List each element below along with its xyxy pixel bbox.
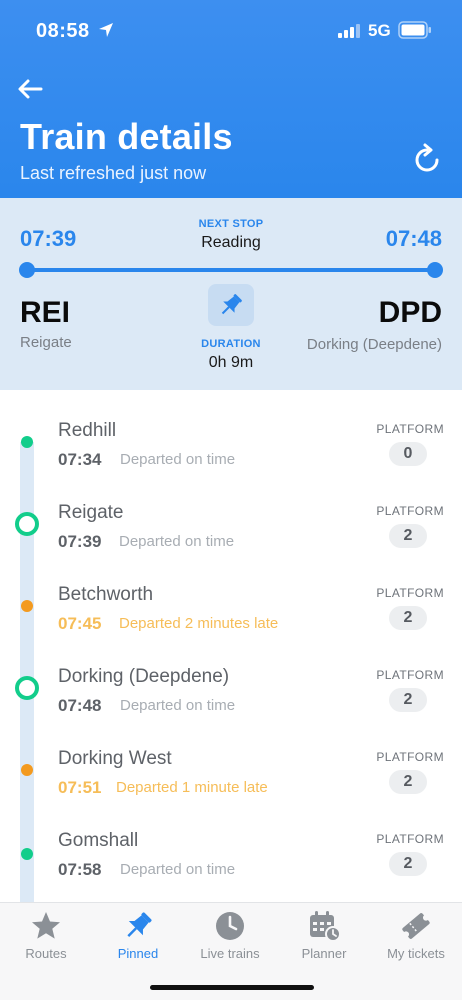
stop-row[interactable]: Reigate 07:39 Departed on time PLATFORM …	[0, 500, 462, 582]
origin-code: REI	[20, 296, 71, 329]
route-progress-line	[27, 268, 435, 272]
stop-time: 07:58	[58, 860, 102, 879]
stop-status: Departed on time	[119, 533, 235, 550]
status-time: 08:58	[36, 20, 90, 42]
calendar-icon	[310, 911, 341, 942]
stop-status: Departed 1 minute late	[116, 779, 268, 796]
pin-button[interactable]	[208, 284, 254, 326]
tab-live-trains[interactable]: Live trains	[184, 909, 276, 969]
clock-icon	[216, 912, 244, 940]
ticket-icon	[402, 913, 430, 939]
refresh-button[interactable]	[410, 143, 444, 177]
platform-number: 2	[389, 606, 427, 630]
tab-label: Routes	[25, 946, 67, 961]
stop-row[interactable]: Redhill 07:34 Departed on time PLATFORM …	[0, 418, 462, 500]
stop-name: Betchworth	[58, 584, 154, 605]
destination-code: DPD	[378, 296, 442, 329]
tab-label: Pinned	[117, 946, 159, 961]
calling-point-ring	[15, 512, 39, 536]
page-title: Train details	[20, 116, 233, 157]
arrow-left-icon	[18, 79, 43, 99]
stop-time: 07:45	[58, 614, 102, 633]
platform-number: 2	[389, 852, 427, 876]
journey-summary: 07:39 NEXT STOP Reading 07:48 REI Reigat…	[0, 198, 462, 390]
platform-number: 2	[389, 770, 427, 794]
late-dot	[21, 764, 33, 776]
tab-planner[interactable]: Planner	[278, 909, 370, 969]
platform-label: PLATFORM	[376, 750, 444, 764]
stop-row[interactable]: Dorking (Deepdene) 07:48 Departed on tim…	[0, 664, 462, 746]
stop-time: 07:34	[58, 450, 102, 469]
back-button[interactable]	[16, 76, 44, 102]
stops-list[interactable]: Redhill 07:34 Departed on time PLATFORM …	[0, 390, 462, 912]
train-details-screen: 08:58 5G Train details Last refreshed ju…	[0, 0, 462, 1000]
tab-label: My tickets	[387, 946, 445, 961]
pin-icon	[127, 912, 152, 937]
tab-my-tickets[interactable]: My tickets	[370, 909, 462, 969]
platform-label: PLATFORM	[376, 422, 444, 436]
location-arrow-icon	[99, 23, 113, 37]
stop-time: 07:39	[58, 532, 102, 551]
header: 08:58 5G Train details Last refreshed ju…	[0, 0, 462, 198]
tab-label: Live trains	[200, 946, 260, 961]
stop-name: Dorking (Deepdene)	[58, 666, 230, 687]
on-time-dot	[21, 848, 33, 860]
stop-row[interactable]: Gomshall 07:58 Departed on time PLATFORM…	[0, 828, 462, 910]
stop-status: Departed on time	[120, 451, 236, 468]
platform-label: PLATFORM	[376, 668, 444, 682]
home-indicator[interactable]	[150, 985, 314, 990]
stop-name: Dorking West	[58, 748, 172, 769]
tab-routes[interactable]: Routes	[0, 909, 92, 969]
stop-time: 07:51	[58, 778, 102, 797]
origin-dot	[19, 262, 35, 278]
stop-time: 07:48	[58, 696, 102, 715]
platform-number: 2	[389, 688, 427, 712]
late-dot	[21, 600, 33, 612]
calling-point-ring	[15, 676, 39, 700]
destination-name: Dorking (Deepdene)	[306, 336, 442, 353]
platform-label: PLATFORM	[376, 586, 444, 600]
tab-pinned[interactable]: Pinned	[92, 909, 184, 969]
platform-label: PLATFORM	[376, 832, 444, 846]
pin-icon	[221, 294, 242, 315]
tab-label: Planner	[301, 946, 347, 961]
refresh-icon	[415, 143, 439, 172]
status-bar: 08:58 5G	[0, 0, 462, 60]
platform-number: 0	[389, 442, 427, 466]
destination-dot	[427, 262, 443, 278]
on-time-dot	[21, 436, 33, 448]
stop-row[interactable]: Dorking West 07:51 Departed 1 minute lat…	[0, 746, 462, 828]
stop-row[interactable]: Betchworth 07:45 Departed 2 minutes late…	[0, 582, 462, 664]
duration-value: 0h 9m	[208, 354, 254, 371]
arrival-time: 07:48	[385, 226, 442, 251]
stop-status: Departed on time	[120, 697, 236, 714]
stop-status: Departed on time	[120, 861, 236, 878]
star-icon	[32, 912, 60, 939]
battery-icon	[398, 21, 431, 39]
stop-name: Reigate	[58, 502, 124, 523]
stop-name: Redhill	[58, 420, 117, 441]
last-refreshed-text: Last refreshed just now	[20, 163, 207, 183]
stop-name: Gomshall	[58, 830, 139, 851]
network-type: 5G	[368, 21, 391, 40]
platform-label: PLATFORM	[376, 504, 444, 518]
signal-icon	[338, 24, 360, 38]
stop-status: Departed 2 minutes late	[119, 615, 279, 632]
platform-number: 2	[389, 524, 427, 548]
